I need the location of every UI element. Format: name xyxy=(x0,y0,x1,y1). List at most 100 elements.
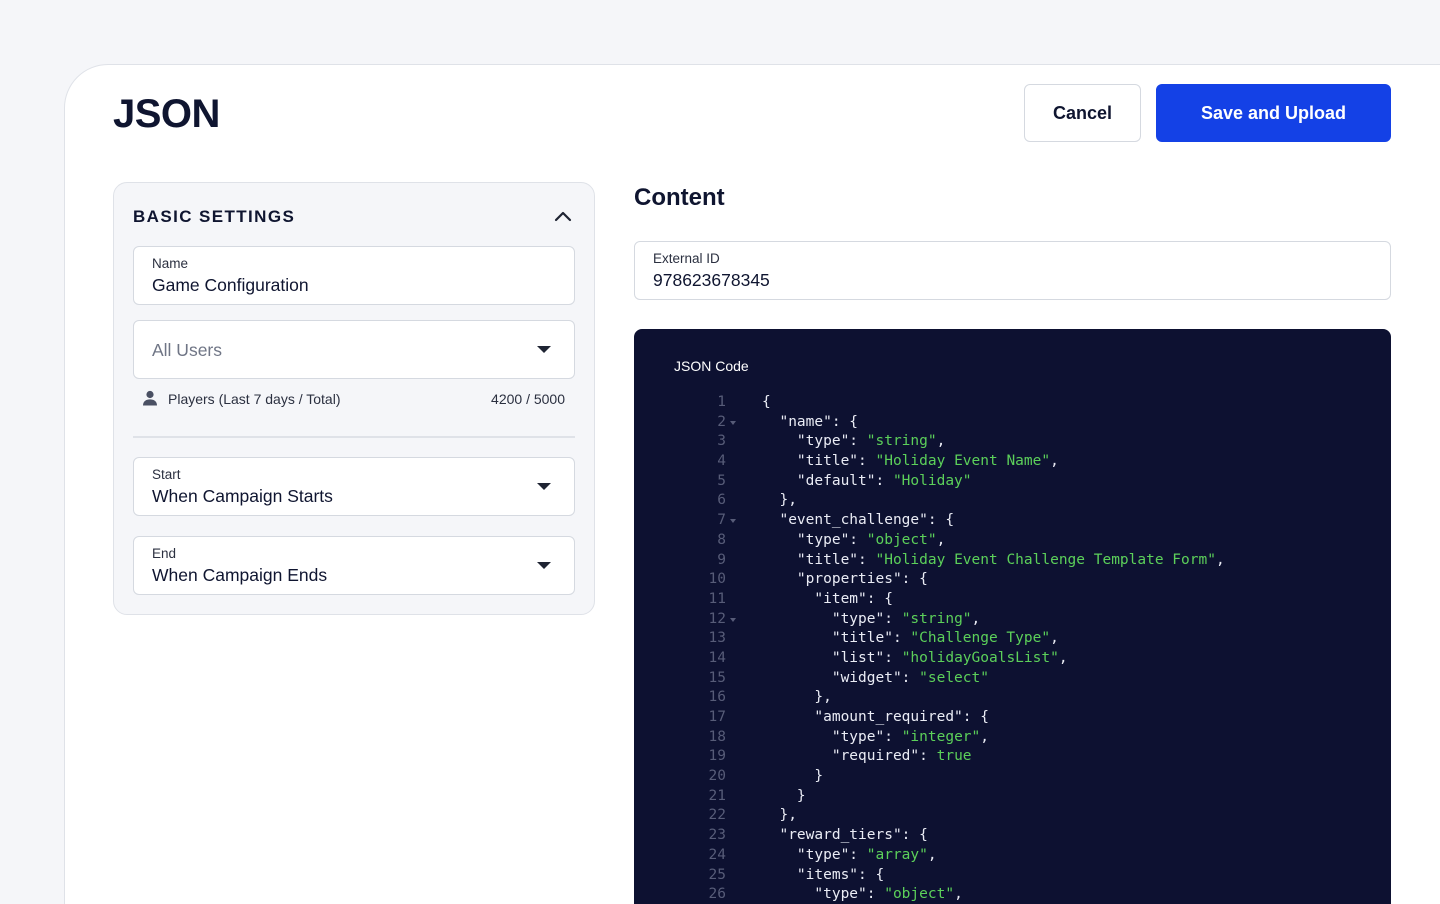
code-line: 3 "type": "string", xyxy=(634,432,1391,452)
line-number: 7 xyxy=(717,512,726,529)
code-text: }, xyxy=(762,806,796,826)
code-token: "properties": { xyxy=(762,571,928,588)
code-token: "type": xyxy=(762,610,902,627)
code-token: "amount_required": { xyxy=(762,709,989,725)
code-token: } xyxy=(762,768,824,785)
code-line: 14 "list": "holidayGoalsList", xyxy=(634,649,1391,669)
code-text: "name": { xyxy=(762,413,858,433)
code-value-token: "object" xyxy=(884,886,955,903)
basic-settings-title: BASIC SETTINGS xyxy=(133,207,296,226)
name-field[interactable]: Name Game Configuration xyxy=(133,246,575,305)
code-text: } xyxy=(762,787,806,807)
end-select[interactable]: End When Campaign Ends xyxy=(133,536,575,595)
code-token: "type": xyxy=(762,886,885,903)
code-line: 25 "items": { xyxy=(634,866,1391,886)
code-text: }, xyxy=(762,491,796,511)
code-line: 6 }, xyxy=(634,491,1391,511)
code-text: "required": true xyxy=(762,747,972,767)
fold-arrow-icon[interactable] xyxy=(730,519,736,524)
code-text: "event_challenge": { xyxy=(762,511,954,531)
cancel-button[interactable]: Cancel xyxy=(1024,84,1141,142)
code-token: , xyxy=(927,846,937,863)
page-title: JSON xyxy=(113,92,220,136)
code-text: } xyxy=(762,767,823,787)
code-line: 13 "title": "Challenge Type", xyxy=(634,629,1391,649)
line-number: 19 xyxy=(708,748,726,765)
content-title: Content xyxy=(634,184,725,211)
line-number: 16 xyxy=(708,689,726,706)
audience-select[interactable]: All Users xyxy=(133,320,575,379)
line-number: 2 xyxy=(717,413,726,430)
code-line: 19 "required": true xyxy=(634,747,1391,767)
code-token: } xyxy=(762,787,806,804)
code-text: }, xyxy=(762,688,831,708)
code-line: 26 "type": "object", xyxy=(634,885,1391,904)
line-number: 23 xyxy=(708,827,726,844)
code-lines[interactable]: 1{2 "name": { 3 "type": "string", 4 "title… xyxy=(634,393,1391,904)
code-value-token: "Holiday" xyxy=(892,472,972,489)
divider xyxy=(133,436,575,438)
code-text: "items": { xyxy=(762,866,884,886)
code-text: "amount_required": { xyxy=(762,708,989,728)
code-line: 1{ xyxy=(634,393,1391,413)
code-line: 4 "title": "Holiday Event Name", xyxy=(634,452,1391,472)
code-line: 7 "event_challenge": { xyxy=(634,511,1391,531)
code-token: "title": xyxy=(762,630,911,647)
code-token: , xyxy=(1215,551,1225,568)
code-value-token: "holidayGoalsList" xyxy=(901,649,1059,666)
code-token: "default": xyxy=(762,472,893,489)
code-value-token: "Holiday Event Challenge Template Form" xyxy=(875,551,1216,568)
external-id-value: 978623678345 xyxy=(653,270,770,290)
code-token: , xyxy=(954,886,963,903)
external-id-field[interactable]: External ID 978623678345 xyxy=(634,241,1391,300)
line-number: 8 xyxy=(717,531,726,548)
code-line: 8 "type": "object", xyxy=(634,531,1391,551)
code-token: "items": { xyxy=(762,866,885,883)
chevron-up-icon[interactable] xyxy=(552,205,574,227)
code-line: 15 "widget": "select" xyxy=(634,669,1391,689)
code-token: "title": xyxy=(762,453,876,470)
code-text: { xyxy=(762,393,771,413)
players-stats: Players (Last 7 days / Total) 4200 / 500… xyxy=(141,389,565,409)
code-line: 5 "default": "Holiday" xyxy=(634,472,1391,492)
line-number: 17 xyxy=(708,709,726,725)
code-panel-title: JSON Code xyxy=(674,358,749,374)
line-number: 13 xyxy=(708,630,726,647)
code-line: 10 "properties": { xyxy=(634,570,1391,590)
code-text: "properties": { xyxy=(762,570,928,590)
line-number: 14 xyxy=(708,649,726,666)
code-line: 23 "reward_tiers": { xyxy=(634,826,1391,846)
code-text: "type": "integer", xyxy=(762,728,989,748)
line-number: 10 xyxy=(708,571,726,588)
code-token: "name": { xyxy=(762,413,859,430)
line-number: 5 xyxy=(717,472,726,489)
fold-arrow-icon[interactable] xyxy=(730,617,736,622)
code-value-token: "integer" xyxy=(901,728,981,745)
caret-down-icon xyxy=(537,346,551,353)
code-line: 11 "item": { xyxy=(634,590,1391,610)
code-value-token: "object" xyxy=(866,531,937,548)
name-field-value: Game Configuration xyxy=(152,275,309,295)
external-id-label: External ID xyxy=(653,251,720,266)
line-number: 18 xyxy=(708,728,726,745)
line-number: 22 xyxy=(708,807,726,824)
line-number: 20 xyxy=(708,768,726,785)
start-select[interactable]: Start When Campaign Starts xyxy=(133,457,575,516)
code-text: "type": "object", xyxy=(762,531,945,551)
save-and-upload-button[interactable]: Save and Upload xyxy=(1156,84,1391,142)
caret-down-icon xyxy=(537,562,551,569)
line-number: 21 xyxy=(708,787,726,804)
code-text: "list": "holidayGoalsList", xyxy=(762,649,1068,669)
user-icon xyxy=(143,390,157,406)
code-token: "type": xyxy=(762,846,867,863)
line-number: 26 xyxy=(708,886,726,903)
name-field-label: Name xyxy=(152,256,189,271)
json-code-editor[interactable]: JSON Code 1{2 "name": { 3 "type": "string… xyxy=(634,329,1391,904)
code-text: "reward_tiers": { xyxy=(762,826,927,846)
code-line: 17 "amount_required": { xyxy=(634,708,1391,728)
code-token: , xyxy=(1058,649,1068,666)
line-number: 6 xyxy=(717,492,726,509)
fold-arrow-icon[interactable] xyxy=(730,420,736,425)
code-value-token: "Challenge Type" xyxy=(910,630,1051,647)
code-token: "item": { xyxy=(762,590,893,607)
